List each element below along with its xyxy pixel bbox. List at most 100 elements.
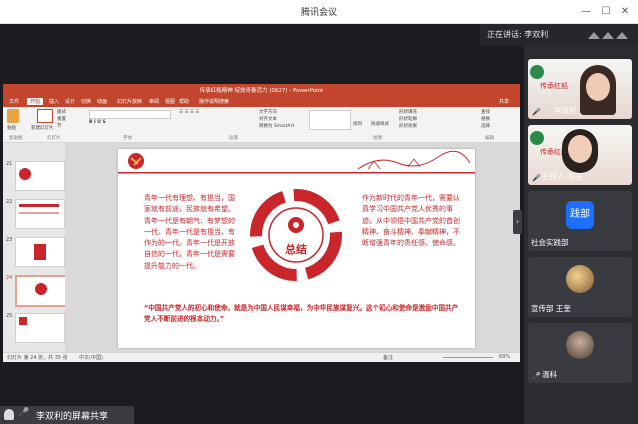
tab-insert[interactable]: 插入 xyxy=(49,98,59,105)
slide-thumbnails-pane: 21 22 23 24 25 xyxy=(3,143,67,352)
slide-right-text: 作为新时代的青年一代，需要认真学习中国共产党人优秀的事迹，从中领悟中国共产党的首… xyxy=(362,194,460,248)
mic-icon: 🎤 xyxy=(532,372,541,380)
layout-button[interactable]: 版式 xyxy=(57,109,66,115)
window-title: 腾讯会议 xyxy=(300,8,337,18)
tile-slide-text: 传承红船 xyxy=(540,82,568,90)
thumb-number: 22 xyxy=(6,199,13,205)
group-editing: 编辑 xyxy=(485,136,494,141)
new-slide-icon[interactable] xyxy=(37,109,53,123)
reset-button[interactable]: 重置 xyxy=(57,116,66,122)
shape-outline-button[interactable]: 形状轮廓 xyxy=(399,116,417,122)
minimize-icon[interactable]: — xyxy=(578,4,594,20)
summary-circle-graphic xyxy=(250,189,342,281)
title-bar: 腾讯会议 — ☐ ✕ xyxy=(0,0,638,24)
person-face xyxy=(568,135,592,163)
group-paragraph: 段落 xyxy=(229,136,238,141)
arrange-button[interactable]: 排列 xyxy=(353,121,362,127)
zoom-slider[interactable] xyxy=(443,357,493,358)
paste-button[interactable]: 粘贴 xyxy=(7,125,16,131)
slide-thumbnail[interactable] xyxy=(15,199,65,229)
share-button[interactable]: 共享 xyxy=(499,98,509,105)
tell-me-search[interactable]: 操作说明搜索 xyxy=(199,98,229,105)
avatar xyxy=(566,265,594,293)
thumb-number: 21 xyxy=(6,161,13,167)
mic-icon: 🎤 xyxy=(18,408,30,418)
participant-tile[interactable]: 践部 社会实践部 xyxy=(528,191,632,251)
section-button[interactable]: 节 xyxy=(57,123,62,129)
convert-smartart-button[interactable]: 转换为 SmartArt xyxy=(259,123,294,129)
slide-canvas[interactable]: 青年一代有理想、有担当，国家就有前途，民族就有希望。青年一代是有朝气、有梦想的一… xyxy=(118,149,475,348)
notes-button[interactable]: 备注 xyxy=(383,354,393,361)
ppt-title-bar: 传承红船精神 绽放青春活力 (0627) - PowerPoint xyxy=(3,84,520,97)
share-badge-text: 李双利的屏幕共享 xyxy=(36,412,109,422)
zoom-level[interactable]: 69% xyxy=(499,354,510,360)
participant-name: 温科 xyxy=(542,370,557,379)
avatar xyxy=(566,331,594,359)
participant-tile[interactable]: 🎤 温科 xyxy=(528,323,632,383)
participant-tile[interactable]: 传承红船 🎤 李双利 xyxy=(528,59,632,119)
tab-design[interactable]: 设计 xyxy=(65,98,75,105)
slide-thumbnail[interactable] xyxy=(15,313,65,343)
ppt-status-bar: 幻灯片 第 24 张，共 35 张 中文(中国) 备注 69% xyxy=(3,352,520,362)
group-drawing: 绘图 xyxy=(373,136,382,141)
ppt-ribbon-tabs: 文件 开始 插入 设计 切换 动画 幻灯片放映 审阅 视图 帮助 操作说明搜索 … xyxy=(3,97,520,107)
text-direction-button[interactable]: 文字方向 xyxy=(259,109,277,115)
find-button[interactable]: 查找 xyxy=(481,109,490,115)
slide-info: 幻灯片 第 24 张，共 35 张 xyxy=(7,355,68,361)
shapes-gallery[interactable] xyxy=(309,110,351,130)
tab-view[interactable]: 视图 xyxy=(165,98,175,105)
shape-effect-button[interactable]: 形状效果 xyxy=(399,123,417,129)
collapse-panel-icon[interactable]: › xyxy=(513,210,522,234)
quick-styles-button[interactable]: 快速样式 xyxy=(371,121,389,127)
group-font: 字体 xyxy=(123,136,132,141)
avatar: 践部 xyxy=(566,201,594,229)
participant-name: 主持人-方玉 xyxy=(542,172,583,181)
slide-thumbnail[interactable] xyxy=(15,237,65,267)
paragraph-buttons[interactable]: ☰ ☰ ☰ ☰ xyxy=(179,110,249,117)
ppt-title: 传承红船精神 绽放青春活力 (0627) - PowerPoint xyxy=(199,88,324,94)
tab-review[interactable]: 审阅 xyxy=(149,98,159,105)
slide-left-text: 青年一代有理想、有担当，国家就有前途，民族就有希望。青年一代是有朝气、有梦想的一… xyxy=(144,194,235,270)
screen-share-badge: 🎤 李双利的屏幕共享 xyxy=(0,406,134,424)
font-format-buttons[interactable]: B I U S xyxy=(89,120,169,127)
participant-name: 宣传部 王奎 xyxy=(531,304,571,313)
maximize-icon[interactable]: ☐ xyxy=(598,4,614,20)
tab-file[interactable]: 文件 xyxy=(9,98,19,105)
logo-icon xyxy=(530,131,544,145)
logo-icon xyxy=(530,65,544,79)
tab-help[interactable]: 帮助 xyxy=(179,98,189,105)
tab-animations[interactable]: 动画 xyxy=(97,98,107,105)
user-icon xyxy=(4,409,14,420)
slide-thumbnail[interactable] xyxy=(15,161,65,191)
slide-bottom-quote: “中国共产党人的初心和使命，就是为中国人民谋幸福，为中华民族谋复兴。这个初心和使… xyxy=(144,304,459,323)
speaking-text: 正在讲话: 李双利 xyxy=(487,30,549,39)
group-slides: 幻灯片 xyxy=(47,136,61,141)
new-slide-button[interactable]: 新建幻灯片 xyxy=(31,125,54,131)
shape-fill-button[interactable]: 形状填充 xyxy=(399,109,417,115)
align-text-button[interactable]: 对齐文本 xyxy=(259,116,277,122)
font-select[interactable] xyxy=(89,110,171,119)
participant-tile[interactable]: 宣传部 王奎 xyxy=(528,257,632,317)
speaking-indicator: 正在讲话: 李双利 xyxy=(480,24,638,46)
slide-header-decoration xyxy=(118,150,475,174)
mic-icon: 🎤 xyxy=(532,108,541,116)
language-status: 中文(中国) xyxy=(79,355,103,361)
person-face xyxy=(586,73,610,101)
participant-name: 社会实践部 xyxy=(531,238,569,247)
slide-thumbnail-selected[interactable] xyxy=(15,275,67,307)
close-icon[interactable]: ✕ xyxy=(617,4,633,20)
thumb-number: 24 xyxy=(6,275,13,281)
ppt-ribbon: 粘贴 新建幻灯片 版式 重置 节 B I U S ☰ ☰ ☰ ☰ 文字方向 对齐… xyxy=(3,107,520,143)
select-button[interactable]: 选择 xyxy=(481,123,490,129)
thumb-number: 25 xyxy=(6,313,13,319)
participant-tile[interactable]: 传承红船 奋斗活力 🎤 主持人-方玉 xyxy=(528,125,632,185)
tab-home[interactable]: 开始 xyxy=(27,98,44,105)
replace-button[interactable]: 替换 xyxy=(481,116,490,122)
thumb-number: 23 xyxy=(6,237,13,243)
tab-transitions[interactable]: 切换 xyxy=(81,98,91,105)
tab-slideshow[interactable]: 幻灯片放映 xyxy=(117,98,142,105)
grid-view-icon[interactable] xyxy=(586,29,632,41)
participant-name: 李双利 xyxy=(554,106,577,115)
paste-icon[interactable] xyxy=(7,109,19,123)
summary-label: 总结 xyxy=(285,243,307,256)
